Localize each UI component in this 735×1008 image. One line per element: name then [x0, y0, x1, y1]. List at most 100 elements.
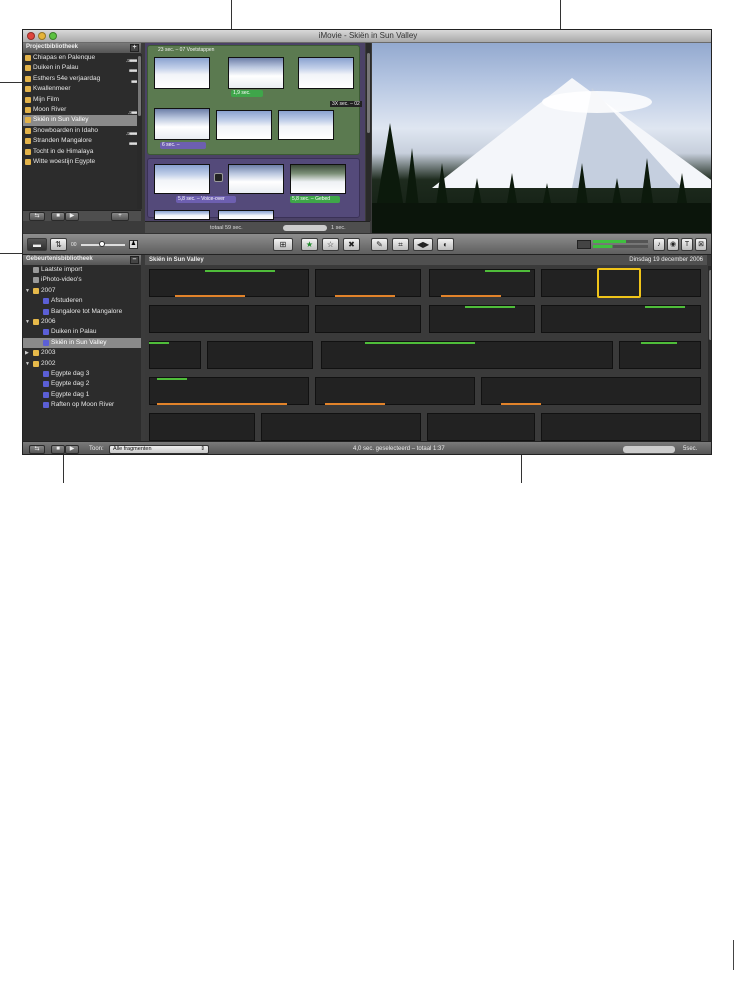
project-clip[interactable] [216, 110, 272, 140]
camera-icon[interactable]: ◉ [667, 238, 679, 251]
swap-button[interactable]: ⇅ [50, 238, 67, 251]
project-list-item[interactable]: Snowboarden in Idaho ♫ ■■■■ [23, 126, 141, 137]
voiceover-caption[interactable]: 5,8 sec. – Voice-over [176, 196, 236, 203]
disclosure-triangle-icon[interactable]: ▼ [25, 317, 30, 327]
project-list-item[interactable]: Skiën in Sun Valley [23, 115, 141, 126]
favorite-bar [645, 306, 685, 308]
play-fullscreen-button[interactable]: ■ [51, 212, 65, 221]
event-clip[interactable] [149, 341, 201, 369]
play-button[interactable]: ▶ [65, 212, 79, 221]
music-icon[interactable]: ♪ [653, 238, 665, 251]
project-list-item[interactable]: Chiapas en Palenque ♫ ■■■■ [23, 53, 141, 64]
event-list-item[interactable]: Egypte dag 3 [23, 369, 141, 379]
project-list-item[interactable]: Stranden Mangalore ■■■■ [23, 136, 141, 147]
event-clip[interactable] [429, 269, 535, 297]
event-clip[interactable] [149, 305, 309, 333]
toggle-library-button[interactable]: ⇆ [29, 212, 45, 221]
event-clip[interactable] [541, 305, 701, 333]
event-list-item-label: Egypte dag 1 [51, 390, 90, 398]
collapse-event-library-button[interactable]: – [130, 256, 139, 264]
new-project-button[interactable]: + [111, 212, 129, 221]
music-group-green[interactable]: 23 sec. – 07 Voetstappen 1,9 sec. 6 sec.… [147, 45, 360, 155]
disclosure-triangle-icon[interactable]: ▼ [25, 286, 30, 296]
keyword-tool-icon[interactable]: ✎ [371, 238, 388, 251]
favorite-star-icon[interactable]: ★ [301, 238, 318, 251]
project-list-item[interactable]: Mijn Film [23, 95, 141, 105]
event-list-item[interactable]: ▼ 2006 [23, 317, 141, 327]
unmark-star-icon[interactable]: ☆ [322, 238, 339, 251]
project-list-item[interactable]: Moon River ♫ ■■■ [23, 105, 141, 116]
event-clip[interactable] [541, 413, 701, 441]
disclosure-triangle-icon[interactable]: ▶ [25, 348, 29, 358]
project-clip[interactable] [218, 210, 274, 220]
prayer-caption[interactable]: 5,8 sec. – Gebed [290, 196, 340, 203]
transition-browser-icon[interactable]: ⊠ [695, 238, 707, 251]
thumbnail-size-knob[interactable] [99, 241, 105, 247]
adjust-icon[interactable]: ◐ [437, 238, 454, 251]
add-to-project-button[interactable]: ⊞ [273, 238, 293, 251]
audio-icon[interactable]: ◀▶ [413, 238, 433, 251]
disclosure-triangle-icon[interactable]: ▼ [25, 359, 30, 369]
project-clip[interactable] [278, 110, 334, 140]
event-clip[interactable] [315, 269, 421, 297]
project-library-scrollbar[interactable] [137, 54, 142, 209]
project-clip[interactable] [290, 164, 346, 194]
add-project-button[interactable]: + [130, 44, 139, 52]
event-browser-scrollbar[interactable] [708, 266, 711, 441]
event-clip[interactable] [149, 413, 255, 441]
title-icon[interactable]: T [681, 238, 693, 251]
project-clip[interactable] [228, 164, 284, 194]
event-list-item[interactable]: Egypte dag 2 [23, 379, 141, 389]
project-clip[interactable] [228, 57, 284, 89]
event-clip[interactable] [315, 377, 475, 405]
camera-import-button[interactable]: ▬ [27, 238, 47, 251]
event-list-item[interactable]: Egypte dag 1 [23, 390, 141, 400]
project-zoom-slider[interactable] [283, 225, 327, 231]
event-clip[interactable] [261, 413, 421, 441]
event-clip[interactable] [429, 305, 535, 333]
event-play-button[interactable]: ▶ [65, 445, 79, 454]
project-clip[interactable] [154, 108, 210, 140]
event-clip[interactable] [321, 341, 613, 369]
project-clip[interactable] [154, 164, 210, 194]
project-list-item[interactable]: Tocht in de Himalaya [23, 147, 141, 157]
event-list-item[interactable]: Afstuderen [23, 296, 141, 306]
reject-x-icon[interactable]: ✖ [343, 238, 360, 251]
crop-icon[interactable]: ⌗ [392, 238, 409, 251]
clip-filter-select[interactable]: Alle fragmenten ⇕ [109, 445, 209, 454]
event-clip[interactable] [207, 341, 313, 369]
event-list-item[interactable]: Raften op Moon River [23, 400, 141, 410]
event-clip[interactable] [619, 341, 701, 369]
project-clip[interactable] [298, 57, 354, 89]
show-label: Toon: [89, 446, 104, 452]
selected-clip-range[interactable] [597, 268, 641, 298]
project-library-header: Projectbibliotheek + [23, 43, 141, 53]
event-list-item[interactable]: Bangalore tot Mangalore [23, 307, 141, 317]
project-list-item[interactable]: Esthers 54e verjaardag ■■■ [23, 74, 141, 85]
event-clip[interactable] [149, 377, 309, 405]
event-list-item[interactable]: Laatste import [23, 265, 141, 275]
project-list-item[interactable]: Kwallenmeer [23, 84, 141, 94]
event-list-item[interactable]: iPhoto-video's [23, 275, 141, 285]
event-fullscreen-button[interactable]: ■ [51, 445, 65, 454]
project-clip[interactable] [154, 57, 210, 89]
event-list-item[interactable]: Duiken in Palau [23, 327, 141, 337]
event-list-item[interactable]: ▼ 2002 [23, 359, 141, 369]
project-scrollbar[interactable] [366, 43, 371, 221]
event-list-item[interactable]: ▶ 2003 [23, 348, 141, 358]
event-clip[interactable] [481, 377, 701, 405]
transition-icon[interactable] [214, 173, 223, 182]
project-list-item[interactable]: Witte woestijn Egypte [23, 157, 141, 167]
event-zoom-slider[interactable] [623, 446, 675, 453]
project-list-item[interactable]: Duiken in Palau ■■■■ [23, 63, 141, 74]
event-clip[interactable] [149, 269, 309, 297]
event-library-toggle-button[interactable]: ⇆ [29, 445, 45, 454]
event-clip[interactable] [427, 413, 535, 441]
voiceover-group-purple[interactable]: 5,8 sec. – Voice-over 5,8 sec. – Gebed [147, 158, 360, 220]
event-list-item[interactable]: Skiën in Sun Valley [23, 337, 141, 349]
event-clip[interactable] [315, 305, 421, 333]
event-list-item[interactable]: ▼ 2007 [23, 286, 141, 296]
project-clip[interactable] [154, 210, 210, 220]
clip-duration-caption[interactable]: 1,9 sec. [231, 90, 263, 97]
clip-duration-caption[interactable]: 6 sec. – [160, 142, 206, 149]
